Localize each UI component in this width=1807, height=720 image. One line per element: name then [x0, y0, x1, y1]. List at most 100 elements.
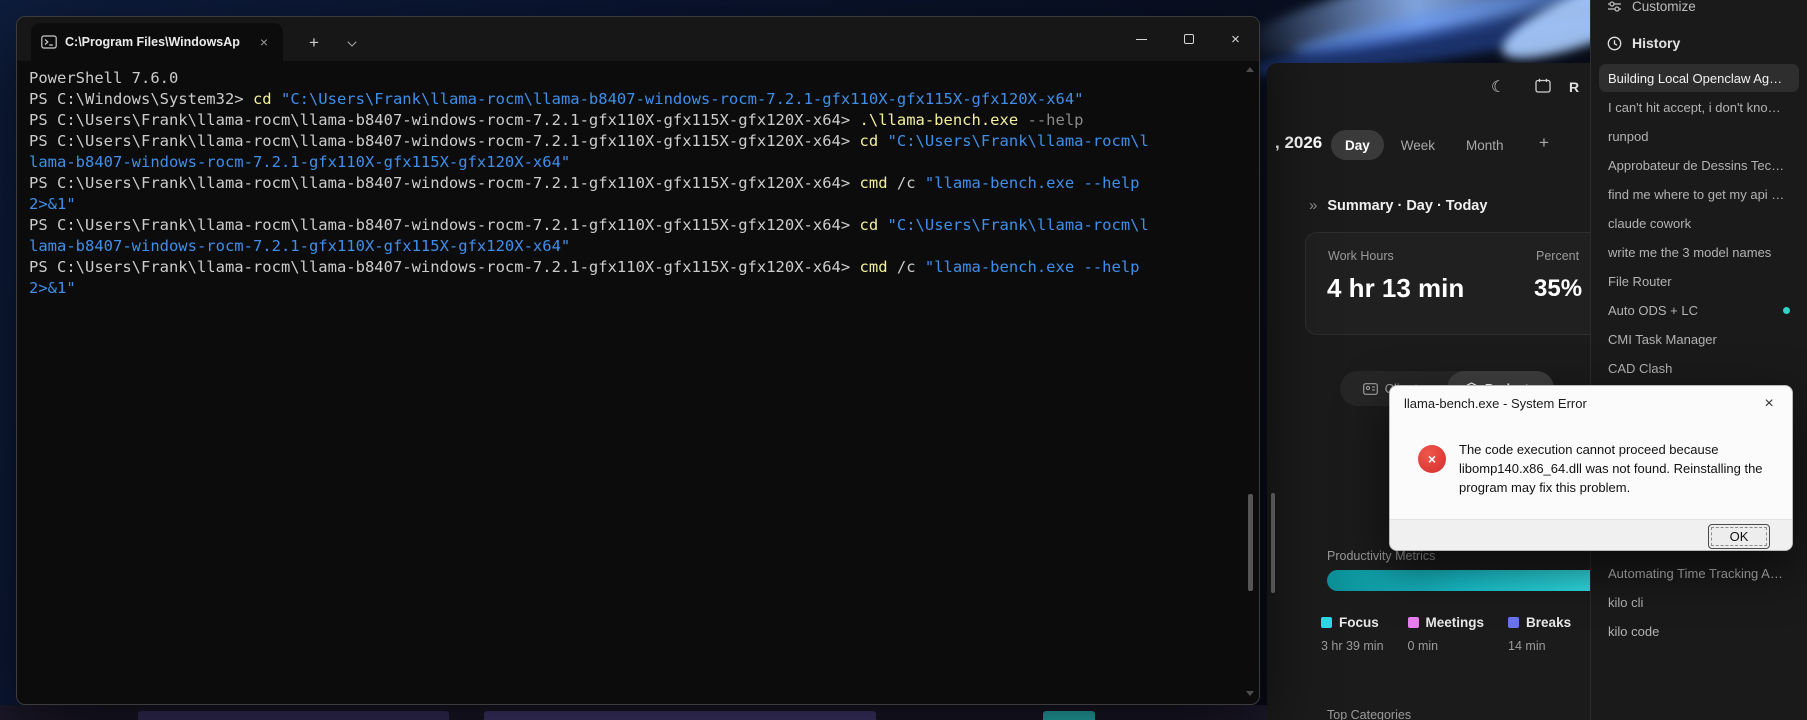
productivity-legend: Focus3 hr 39 min Meetings 0 min Breaks 14 mi… [1321, 615, 1571, 653]
history-item[interactable]: claude cowork [1599, 209, 1799, 237]
terminal-line: PS C:\Users\Frank\llama-rocm\llama-b8407… [29, 131, 1247, 152]
legend-color-swatch [1408, 617, 1419, 628]
history-item-label: Auto ODS + LC [1608, 303, 1777, 318]
close-icon: × [1231, 31, 1240, 48]
history-item-label: File Router [1608, 274, 1790, 289]
legend-item: Focus3 hr 39 min [1321, 615, 1384, 653]
maximize-button[interactable] [1165, 17, 1212, 61]
terminal-tab[interactable]: C:\Program Files\WindowsAp × [31, 23, 283, 61]
history-item[interactable]: I can't hit accept, i don't kno… [1599, 93, 1799, 121]
work-hours-card: Work Hours Percent 4 hr 13 min 35% [1305, 232, 1609, 335]
history-item[interactable]: kilo code [1599, 617, 1799, 645]
view-tabs: DayWeekMonth [1331, 130, 1518, 160]
clients-icon [1363, 383, 1378, 395]
chat-history-sidebar: Customize History Building Local Opencla… [1590, 0, 1807, 720]
legend-time: 14 min [1508, 639, 1571, 653]
view-tab-day[interactable]: Day [1331, 130, 1384, 160]
timeline-bar [484, 711, 876, 720]
legend-name: Breaks [1526, 615, 1571, 630]
new-tab-button[interactable]: + [309, 33, 319, 53]
history-item[interactable]: Approbateur de Dessins Tec… [1599, 151, 1799, 179]
history-item[interactable]: Automating Time Tracking A… [1599, 559, 1799, 587]
history-item[interactable]: find me where to get my api … [1599, 180, 1799, 208]
history-item[interactable]: File Router [1599, 267, 1799, 295]
top-categories-label: Top Categories [1327, 708, 1411, 720]
window-controls: × [1118, 17, 1259, 61]
history-item-label: kilo code [1608, 624, 1790, 639]
history-item-label: Automating Time Tracking A… [1608, 566, 1790, 581]
terminal-line: PS C:\Users\Frank\llama-rocm\llama-b8407… [29, 257, 1247, 278]
legend-item: Meetings 0 min [1408, 615, 1485, 653]
history-item-label: I can't hit accept, i don't kno… [1608, 100, 1790, 115]
legend-time: 0 min [1408, 639, 1485, 653]
dialog-close-button[interactable]: × [1754, 391, 1784, 417]
terminal-scrollbar[interactable] [1248, 494, 1253, 591]
history-list: Building Local Openclaw Ag… I can't hit a… [1591, 0, 1807, 720]
percent-value: 35% [1534, 275, 1582, 303]
calendar-icon[interactable] [1535, 78, 1551, 98]
legend-name: Meetings [1426, 615, 1485, 630]
history-item-label: CMI Task Manager [1608, 332, 1790, 347]
terminal-line: PS C:\Users\Frank\llama-rocm\llama-b8407… [29, 110, 1247, 131]
view-tab-week[interactable]: Week [1387, 130, 1449, 160]
history-item-label: write me the 3 model names [1608, 245, 1790, 260]
powershell-icon [41, 35, 57, 49]
desktop: ☾ R , 2026 DayWeekMonth + » Summary · Da… [0, 0, 1807, 720]
history-item[interactable]: kilo cli [1599, 588, 1799, 616]
terminal-window: C:\Program Files\WindowsAp × + × PowerSh… [16, 16, 1260, 705]
history-item-label: Building Local Openclaw Ag… [1608, 71, 1790, 86]
terminal-line: 2>&1" [29, 194, 1247, 215]
scrollbar-down-arrow[interactable] [1246, 691, 1254, 696]
history-item-label: Approbateur de Dessins Tec… [1608, 158, 1790, 173]
percent-label: Percent [1536, 249, 1579, 263]
app-scrollbar[interactable] [1271, 493, 1275, 593]
history-item-label: kilo cli [1608, 595, 1790, 610]
work-hours-label: Work Hours [1328, 249, 1394, 263]
tab-dropdown-chevron-icon[interactable] [347, 38, 356, 47]
tab-close-icon[interactable]: × [255, 33, 273, 51]
legend-color-swatch [1508, 617, 1519, 628]
terminal-line: PS C:\Users\Frank\llama-rocm\llama-b8407… [29, 215, 1247, 236]
work-hours-value: 4 hr 13 min [1327, 273, 1464, 304]
terminal-titlebar[interactable]: C:\Program Files\WindowsAp × + × [17, 17, 1259, 61]
summary-header: » Summary · Day · Today [1309, 197, 1487, 214]
status-dot-icon [1783, 307, 1790, 314]
summary-title: Summary · Day · Today [1327, 198, 1487, 214]
history-item-label: claude cowork [1608, 216, 1790, 231]
dialog-message: The code execution cannot proceed becaus… [1459, 440, 1791, 497]
view-tab-month[interactable]: Month [1452, 130, 1518, 160]
system-error-dialog: llama-bench.exe - System Error × × The c… [1389, 385, 1793, 551]
history-item[interactable]: runpod [1599, 122, 1799, 150]
terminal-line: 2>&1" [29, 278, 1247, 299]
ok-button[interactable]: OK [1708, 524, 1770, 549]
legend-time: 3 hr 39 min [1321, 639, 1384, 653]
terminal-line: PowerShell 7.6.0 [29, 68, 1247, 89]
history-item[interactable]: CMI Task Manager [1599, 325, 1799, 353]
productivity-bar [1327, 570, 1622, 591]
legend-item: Breaks 14 min [1508, 615, 1571, 653]
terminal-line: lama-b8407-windows-rocm-7.2.1-gfx110X-gf… [29, 236, 1247, 257]
maximize-icon [1184, 34, 1194, 44]
history-item-label: find me where to get my api … [1608, 187, 1790, 202]
add-view-button[interactable]: + [1539, 133, 1549, 153]
terminal-line: PS C:\Users\Frank\llama-rocm\llama-b8407… [29, 173, 1247, 194]
scrollbar-up-arrow[interactable] [1246, 67, 1254, 72]
timeline-bar [1043, 711, 1095, 720]
collapse-icon[interactable]: » [1309, 197, 1317, 214]
terminal-output[interactable]: PowerShell 7.6.0PS C:\Windows\System32> … [17, 61, 1259, 306]
terminal-tab-title: C:\Program Files\WindowsAp [65, 35, 247, 49]
current-date: , 2026 [1275, 133, 1322, 153]
timeline-bar [138, 711, 449, 720]
history-item[interactable]: Building Local Openclaw Ag… [1599, 64, 1799, 92]
history-item-label: CAD Clash [1608, 361, 1790, 376]
header-letter: R [1569, 79, 1579, 95]
minimize-button[interactable] [1118, 17, 1165, 61]
history-item[interactable]: write me the 3 model names [1599, 238, 1799, 266]
history-item[interactable]: CAD Clash [1599, 354, 1799, 382]
history-item-label: runpod [1608, 129, 1790, 144]
dialog-footer: OK [1390, 519, 1792, 551]
error-icon: × [1418, 445, 1446, 473]
history-item[interactable]: Auto ODS + LC [1599, 296, 1799, 324]
close-window-button[interactable]: × [1212, 17, 1259, 61]
dark-mode-icon[interactable]: ☾ [1491, 77, 1505, 96]
